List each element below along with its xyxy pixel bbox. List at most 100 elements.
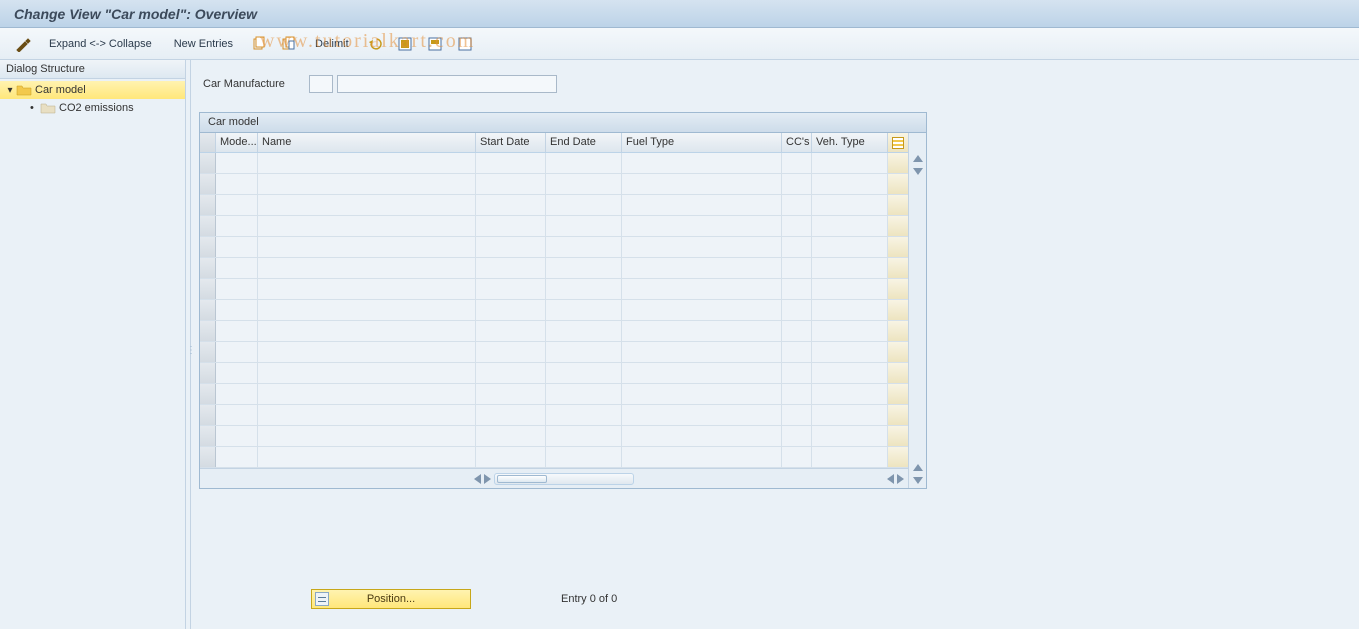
column-header-veh-type[interactable]: Veh. Type xyxy=(812,133,888,152)
cell-end-date[interactable] xyxy=(546,237,622,257)
cell-fuel-type[interactable] xyxy=(622,216,782,236)
cell-fuel-type[interactable] xyxy=(622,321,782,341)
cell-fuel-type[interactable] xyxy=(622,447,782,467)
cell-end-date[interactable] xyxy=(546,363,622,383)
cell-start-date[interactable] xyxy=(476,321,546,341)
cell-veh-type[interactable] xyxy=(812,258,888,278)
table-row[interactable] xyxy=(200,153,908,174)
cell-veh-type[interactable] xyxy=(812,321,888,341)
cell-veh-type[interactable] xyxy=(812,363,888,383)
cell-name[interactable] xyxy=(258,279,476,299)
select-block-icon[interactable] xyxy=(422,33,448,55)
cell-start-date[interactable] xyxy=(476,174,546,194)
cell-end-date[interactable] xyxy=(546,300,622,320)
hscroll-thumb[interactable] xyxy=(497,475,547,483)
cell-name[interactable] xyxy=(258,342,476,362)
cell-veh-type[interactable] xyxy=(812,300,888,320)
table-row[interactable] xyxy=(200,174,908,195)
cell-name[interactable] xyxy=(258,447,476,467)
cell-fuel-type[interactable] xyxy=(622,195,782,215)
cell-name[interactable] xyxy=(258,405,476,425)
cell-veh-type[interactable] xyxy=(812,426,888,446)
table-row[interactable] xyxy=(200,216,908,237)
row-selector[interactable] xyxy=(200,174,216,194)
table-row[interactable] xyxy=(200,237,908,258)
cell-veh-type[interactable] xyxy=(812,174,888,194)
cell-name[interactable] xyxy=(258,195,476,215)
cell-name[interactable] xyxy=(258,174,476,194)
cell-cc[interactable] xyxy=(782,300,812,320)
cell-mode[interactable] xyxy=(216,363,258,383)
expand-toggle-icon[interactable]: ▾ xyxy=(4,85,16,96)
table-row[interactable] xyxy=(200,363,908,384)
cell-cc[interactable] xyxy=(782,216,812,236)
cell-start-date[interactable] xyxy=(476,300,546,320)
cell-fuel-type[interactable] xyxy=(622,258,782,278)
column-header-start-date[interactable]: Start Date xyxy=(476,133,546,152)
cell-mode[interactable] xyxy=(216,195,258,215)
scroll-up-end-icon[interactable] xyxy=(913,464,923,471)
cell-cc[interactable] xyxy=(782,258,812,278)
cell-name[interactable] xyxy=(258,153,476,173)
cell-name[interactable] xyxy=(258,426,476,446)
cell-name[interactable] xyxy=(258,237,476,257)
scroll-down-icon[interactable] xyxy=(913,168,923,175)
cell-fuel-type[interactable] xyxy=(622,153,782,173)
row-selector[interactable] xyxy=(200,342,216,362)
row-selector[interactable] xyxy=(200,447,216,467)
column-header-name[interactable]: Name xyxy=(258,133,476,152)
cell-veh-type[interactable] xyxy=(812,216,888,236)
cell-mode[interactable] xyxy=(216,342,258,362)
row-selector[interactable] xyxy=(200,300,216,320)
delimit-button[interactable]: Delimit xyxy=(306,33,358,55)
table-row[interactable] xyxy=(200,405,908,426)
cell-mode[interactable] xyxy=(216,237,258,257)
column-selector[interactable] xyxy=(200,133,216,152)
cell-name[interactable] xyxy=(258,258,476,278)
new-entries-button[interactable]: New Entries xyxy=(165,33,242,55)
cell-start-date[interactable] xyxy=(476,279,546,299)
tree-node-co2-emissions[interactable]: • CO2 emissions xyxy=(0,99,185,117)
row-selector[interactable] xyxy=(200,195,216,215)
cell-cc[interactable] xyxy=(782,447,812,467)
cell-veh-type[interactable] xyxy=(812,405,888,425)
cell-mode[interactable] xyxy=(216,426,258,446)
row-selector[interactable] xyxy=(200,279,216,299)
cell-start-date[interactable] xyxy=(476,363,546,383)
wand-icon[interactable] xyxy=(10,33,36,55)
table-row[interactable] xyxy=(200,195,908,216)
table-row[interactable] xyxy=(200,321,908,342)
row-selector[interactable] xyxy=(200,153,216,173)
cell-cc[interactable] xyxy=(782,363,812,383)
expand-collapse-button[interactable]: Expand <-> Collapse xyxy=(40,33,161,55)
cell-name[interactable] xyxy=(258,216,476,236)
cell-start-date[interactable] xyxy=(476,405,546,425)
deselect-all-icon[interactable] xyxy=(452,33,478,55)
table-row[interactable] xyxy=(200,426,908,447)
position-button[interactable]: Position... xyxy=(311,589,471,609)
cell-start-date[interactable] xyxy=(476,153,546,173)
table-row[interactable] xyxy=(200,384,908,405)
cell-fuel-type[interactable] xyxy=(622,405,782,425)
row-selector[interactable] xyxy=(200,258,216,278)
copy-icon[interactable] xyxy=(246,33,272,55)
cell-veh-type[interactable] xyxy=(812,279,888,299)
configure-columns-button[interactable] xyxy=(888,133,908,152)
cell-cc[interactable] xyxy=(782,195,812,215)
cell-end-date[interactable] xyxy=(546,258,622,278)
cell-mode[interactable] xyxy=(216,321,258,341)
scroll-right-icon[interactable] xyxy=(484,474,491,484)
cell-start-date[interactable] xyxy=(476,216,546,236)
cell-fuel-type[interactable] xyxy=(622,363,782,383)
cell-veh-type[interactable] xyxy=(812,195,888,215)
row-selector[interactable] xyxy=(200,384,216,404)
cell-cc[interactable] xyxy=(782,342,812,362)
table-row[interactable] xyxy=(200,300,908,321)
cell-end-date[interactable] xyxy=(546,405,622,425)
cell-end-date[interactable] xyxy=(546,447,622,467)
hscroll-track[interactable] xyxy=(494,473,634,485)
cell-start-date[interactable] xyxy=(476,426,546,446)
table-row[interactable] xyxy=(200,279,908,300)
undo-icon[interactable] xyxy=(362,33,388,55)
scroll-up-icon[interactable] xyxy=(913,155,923,162)
